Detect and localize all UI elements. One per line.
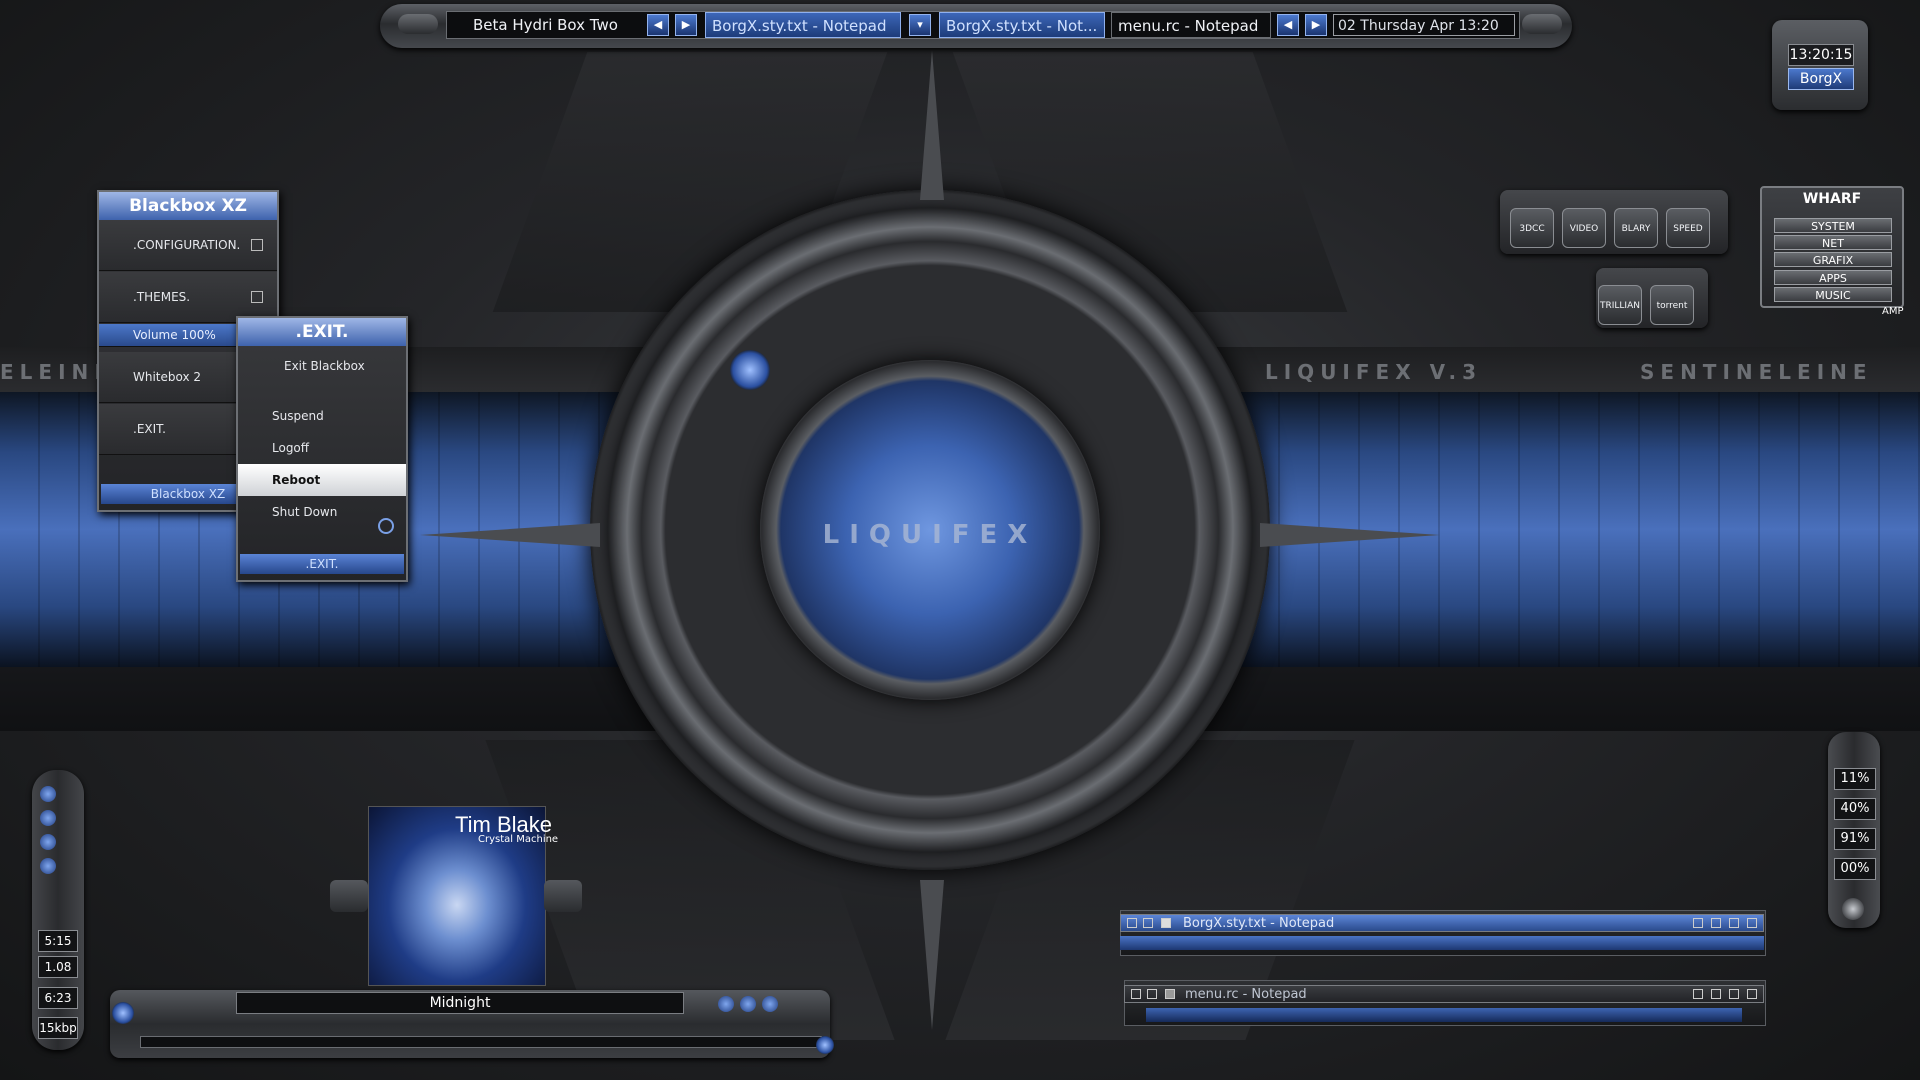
wallpaper-right-text: SENTINELEINE <box>1640 360 1873 384</box>
menu-item-label: .CONFIGURATION. <box>133 238 241 252</box>
pause-button-icon[interactable] <box>740 996 756 1012</box>
volume-knob-icon[interactable] <box>816 1036 834 1054</box>
gauge-memory: 40% <box>1834 798 1876 820</box>
ring-spike <box>420 523 600 547</box>
gauge-knob-icon[interactable] <box>1842 898 1864 920</box>
window-titlebar-menu-rc[interactable]: menu.rc - Notepad <box>1124 985 1764 1003</box>
wallpaper-center-text: LIQUIFEX V.3 <box>1265 360 1482 384</box>
wharf-title: WHARF <box>1802 191 1862 207</box>
menu-item-label: .THEMES. <box>133 290 191 304</box>
task-next-button[interactable]: ▶ <box>1305 14 1327 36</box>
stats-button-icon[interactable] <box>40 834 56 850</box>
window-close-icon[interactable] <box>1747 989 1757 999</box>
album-left-bracket <box>330 880 368 912</box>
window-app-icon <box>1161 918 1171 928</box>
clock-time: 13:20:15 <box>1788 44 1854 66</box>
window-stick-icon[interactable] <box>1143 918 1153 928</box>
window-title: BorgX.sty.txt - Notepad <box>1183 916 1335 931</box>
window-maximize-icon[interactable] <box>1711 989 1721 999</box>
exit-submenu-footer[interactable]: .EXIT. <box>240 554 404 574</box>
play-button-icon[interactable] <box>718 996 734 1012</box>
task-prev-button[interactable]: ◀ <box>1277 14 1299 36</box>
clock-user-label[interactable]: BorgX <box>1788 68 1854 90</box>
launcher-blary[interactable]: BLARY <box>1614 208 1658 248</box>
window-maximize-icon[interactable] <box>1711 918 1721 928</box>
ring-spike <box>920 50 944 200</box>
wharf-item-net[interactable]: NET <box>1774 235 1892 250</box>
taskbar-strip: Beta Hydri Box Two ◀ ▶ BorgX.sty.txt - N… <box>446 11 1520 39</box>
menu-item-label: .EXIT. <box>133 422 166 436</box>
wharf-panel: WHARF SYSTEM NET GRAFIX APPS MUSIC <box>1760 186 1904 308</box>
window-app-icon <box>1165 989 1175 999</box>
stat-elapsed: 5:15 <box>38 930 78 952</box>
window-iconify-icon[interactable] <box>1693 989 1703 999</box>
window-handle-menu-rc[interactable] <box>1146 1008 1742 1022</box>
wharf-item-music[interactable]: MUSIC <box>1774 287 1892 302</box>
gauge-disk: 91% <box>1834 828 1876 850</box>
menu-item-label: Volume 100% <box>133 328 216 342</box>
track-title: Midnight <box>236 992 684 1014</box>
menu-item-label: Whitebox 2 <box>133 370 202 384</box>
window-titlebar-borgx[interactable]: BorgX.sty.txt - Notepad <box>1120 914 1764 932</box>
stop-button-icon[interactable] <box>762 996 778 1012</box>
window-lower-icon[interactable] <box>1729 918 1739 928</box>
workspace-prev-button[interactable]: ◀ <box>647 14 669 36</box>
launcher-3dcc[interactable]: 3DCC <box>1510 208 1554 248</box>
workspace-next-button[interactable]: ▶ <box>675 14 697 36</box>
exit-submenu-title: .EXIT. <box>238 318 406 346</box>
gauge-cpu: 11% <box>1834 768 1876 790</box>
stat-bitrate: 15kbp <box>38 1017 78 1039</box>
ring-orb <box>730 350 770 390</box>
wharf-item-apps[interactable]: APPS <box>1774 270 1892 285</box>
ring-spike <box>920 880 944 1030</box>
window-stick-icon[interactable] <box>1147 989 1157 999</box>
task-button-borgx-sty-2[interactable]: BorgX.sty.txt - Not... <box>939 12 1105 38</box>
wharf-footer: AMP <box>1882 306 1904 317</box>
menu-item-suspend[interactable]: Suspend <box>238 400 406 432</box>
gauge-net: 00% <box>1834 858 1876 880</box>
menu-item-reboot[interactable]: Reboot <box>238 464 406 496</box>
exit-submenu: .EXIT. Exit Blackbox Suspend Logoff Rebo… <box>236 316 408 582</box>
task-button-menu-rc[interactable]: menu.rc - Notepad <box>1111 12 1271 38</box>
window-close-icon[interactable] <box>1747 918 1757 928</box>
taskbar-left-grip[interactable] <box>398 14 438 34</box>
root-menu-title: Blackbox XZ <box>99 192 277 220</box>
task-button-borgx-sty[interactable]: BorgX.sty.txt - Notepad <box>705 12 901 38</box>
taskbar-clock: 02 Thursday Apr 13:20 <box>1333 14 1515 36</box>
window-shade-icon[interactable] <box>1131 989 1141 999</box>
wharf-item-grafix[interactable]: GRAFIX <box>1774 252 1892 267</box>
stats-button-icon[interactable] <box>40 810 56 826</box>
task-dropdown-button[interactable]: ▾ <box>909 14 931 36</box>
submenu-icon <box>251 239 263 251</box>
window-iconify-icon[interactable] <box>1693 918 1703 928</box>
launcher-trillian[interactable]: TRILLIAN <box>1598 285 1642 325</box>
window-title: menu.rc - Notepad <box>1185 987 1307 1002</box>
album-right-bracket <box>544 880 582 912</box>
ring-spike <box>1260 523 1440 547</box>
launcher-speed[interactable]: SPEED <box>1666 208 1710 248</box>
wallpaper-logo: LIQUIFEX <box>822 520 1038 550</box>
menu-cursor-icon <box>378 518 394 534</box>
player-orb-icon[interactable] <box>112 1002 134 1024</box>
window-shade-icon[interactable] <box>1127 918 1137 928</box>
menu-item-configuration[interactable]: .CONFIGURATION. <box>99 220 277 271</box>
menu-item-logoff[interactable]: Logoff <box>238 432 406 464</box>
album-title: Crystal Machine <box>478 834 559 845</box>
stat-value: 1.08 <box>38 956 78 978</box>
menu-item-exit-blackbox[interactable]: Exit Blackbox <box>238 350 406 382</box>
workspace-label[interactable]: Beta Hydri Box Two <box>467 12 659 38</box>
wharf-item-system[interactable]: SYSTEM <box>1774 218 1892 233</box>
submenu-icon <box>251 291 263 303</box>
seek-bar[interactable] <box>140 1036 822 1048</box>
window-handle-borgx[interactable] <box>1120 936 1764 950</box>
window-lower-icon[interactable] <box>1729 989 1739 999</box>
stat-total: 6:23 <box>38 987 78 1009</box>
taskbar-right-grip[interactable] <box>1522 14 1562 34</box>
stats-button-icon[interactable] <box>40 786 56 802</box>
launcher-video[interactable]: VIDEO <box>1562 208 1606 248</box>
launcher-torrent[interactable]: torrent <box>1650 285 1694 325</box>
stats-button-icon[interactable] <box>40 858 56 874</box>
